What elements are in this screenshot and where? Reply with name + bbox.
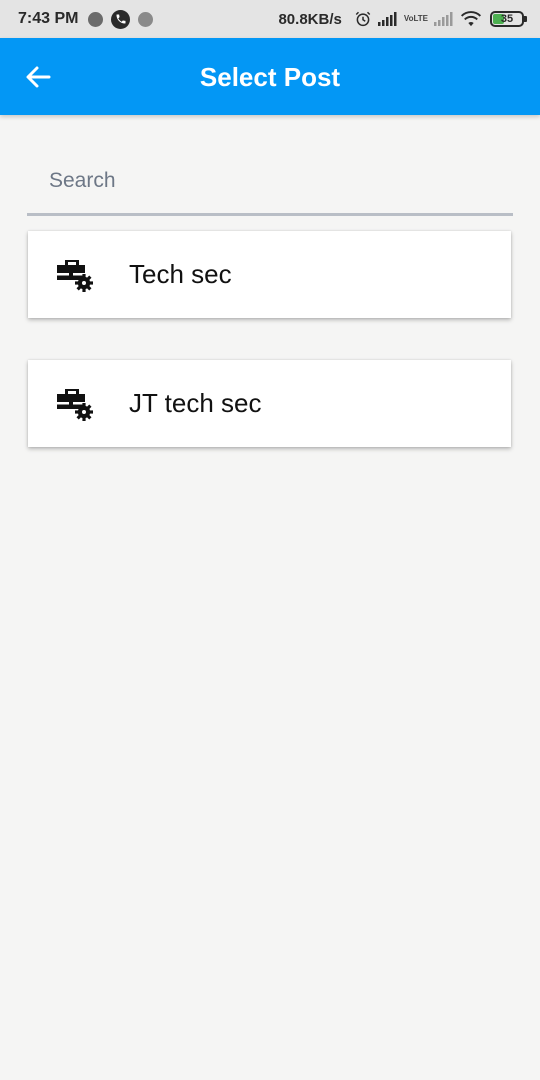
status-bar-right: 80.8KB/s Vo LTE 35 <box>278 10 527 28</box>
notification-dot-icon <box>138 11 154 27</box>
notification-dot-icon <box>88 11 104 27</box>
battery-icon: 35 <box>490 11 527 27</box>
search-field <box>27 150 513 216</box>
battery-level: 35 <box>500 13 514 25</box>
post-item-jt-tech-sec[interactable]: JT tech sec <box>28 360 511 447</box>
signal-icon <box>377 12 398 26</box>
status-bar-left: 7:43 PM <box>18 9 161 29</box>
briefcase-gear-icon <box>57 259 93 292</box>
app-bar: Select Post <box>0 38 540 115</box>
signal-weak-icon <box>434 12 454 26</box>
status-bar: 7:43 PM 80.8KB/s Vo LTE 35 <box>0 0 540 38</box>
status-time: 7:43 PM <box>18 10 79 27</box>
page-title: Select Post <box>199 62 341 92</box>
post-item-tech-sec[interactable]: Tech sec <box>28 231 511 318</box>
alarm-icon <box>354 10 372 28</box>
post-label: JT tech sec <box>129 388 262 418</box>
search-input[interactable] <box>27 150 513 212</box>
volte-icon: Vo LTE <box>403 14 428 23</box>
network-speed: 80.8KB/s <box>278 10 342 28</box>
wifi-icon <box>460 11 482 27</box>
phone-call-icon <box>111 9 131 29</box>
briefcase-gear-icon <box>57 388 93 421</box>
post-label: Tech sec <box>129 259 232 289</box>
